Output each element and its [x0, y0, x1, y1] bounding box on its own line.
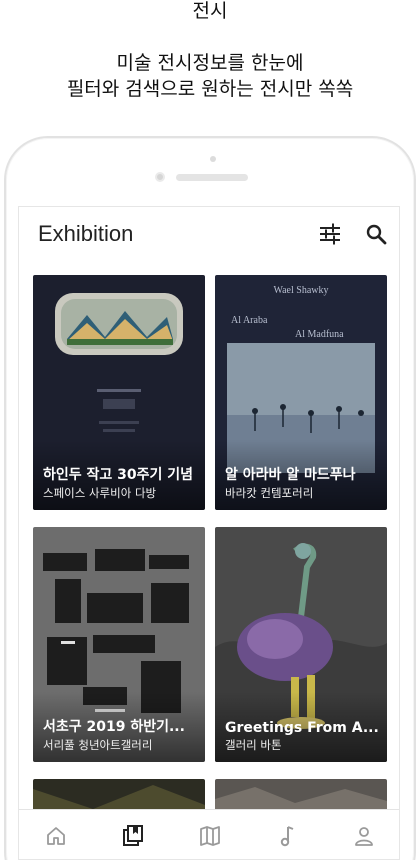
poster-title-line2: Al Madfuna: [295, 329, 344, 340]
exhibition-book-icon[interactable]: [121, 824, 145, 848]
exhibition-venue: 스페이스 사루비아 다방: [43, 486, 157, 500]
promo-subtitle: 미술 전시정보를 한눈에 필터와 검색으로 원하는 전시만 쏙쏙: [0, 50, 420, 102]
home-icon[interactable]: [44, 824, 68, 848]
exhibition-title: 알 아라바 알 마드푸나: [225, 467, 356, 483]
phone-camera: [155, 172, 165, 182]
music-note-icon[interactable]: [275, 824, 299, 848]
promo-heading: 전시: [192, 0, 228, 22]
page-title: Exhibition: [38, 221, 134, 246]
exhibition-card[interactable]: 서초구 2019 하반기... 서리풀 청년아트갤러리: [33, 527, 205, 762]
exhibition-card[interactable]: Greetings From A... 갤러리 바톤: [215, 527, 387, 762]
poster-artist-text: Wael Shawky: [273, 285, 329, 296]
bottom-navigation: [19, 809, 399, 859]
promo-subtitle-line1: 미술 전시정보를 한눈에: [116, 52, 304, 74]
exhibition-venue: 서리풀 청년아트갤러리: [43, 738, 153, 752]
exhibition-card[interactable]: 하인두 작고 30주기 기념 스페이스 사루비아 다방: [33, 275, 205, 510]
app-header: Exhibition: [19, 207, 399, 261]
promo-subtitle-line2: 필터와 검색으로 원하는 전시만 쏙쏙: [66, 78, 354, 100]
exhibition-title: 서초구 2019 하반기...: [43, 719, 185, 735]
exhibition-title: Greetings From A...: [225, 720, 379, 736]
phone-speaker: [176, 174, 248, 181]
exhibition-card[interactable]: Wael Shawky Al Araba Al Madfuna 알 아라바 알 …: [215, 275, 387, 510]
exhibition-title: 하인두 작고 30주기 기념: [43, 467, 194, 483]
filter-sliders-icon[interactable]: [319, 223, 341, 245]
app-screen: Exhibition 하인두 작고 30주기 기념 스페이스 사루비아 다방 W…: [18, 206, 400, 860]
profile-icon[interactable]: [352, 824, 376, 848]
map-icon[interactable]: [198, 824, 222, 848]
search-icon[interactable]: [365, 223, 387, 245]
exhibition-venue: 갤러리 바톤: [225, 738, 282, 752]
exhibition-venue: 바라캇 컨템포러리: [225, 486, 314, 500]
poster-title-line1: Al Araba: [231, 315, 268, 326]
phone-sensor: [210, 156, 216, 162]
